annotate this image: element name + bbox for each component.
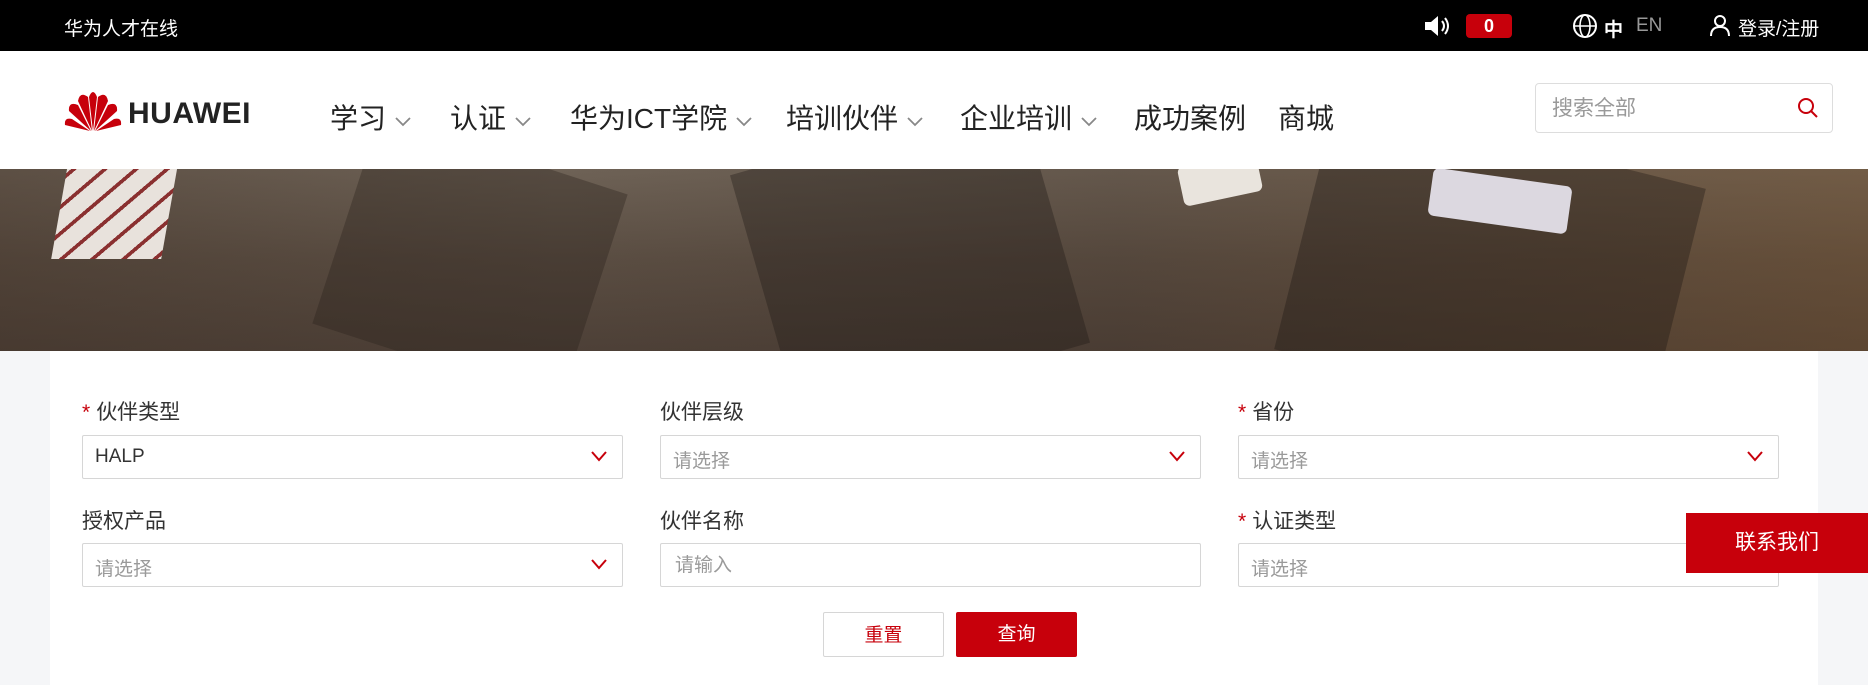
reset-button[interactable]: 重置 xyxy=(823,612,944,657)
globe-icon[interactable] xyxy=(1572,13,1598,39)
select-placeholder: 请选择 xyxy=(95,559,153,580)
nav-item-enterprise-training[interactable]: 企业培训 xyxy=(960,97,1098,137)
chevron-down-icon xyxy=(591,559,607,570)
required-asterisk: * xyxy=(1238,401,1247,424)
user-icon[interactable] xyxy=(1708,13,1732,37)
partner-level-label: 伙伴层级 xyxy=(660,396,744,426)
label-text: 伙伴层级 xyxy=(660,401,744,424)
nav-item-learning[interactable]: 学习 xyxy=(330,97,412,137)
notification-badge[interactable]: 0 xyxy=(1466,14,1512,38)
nav-item-label: 培训伙伴 xyxy=(786,103,899,134)
nav-item-training-partners[interactable]: 培训伙伴 xyxy=(786,97,924,137)
select-placeholder: 请选择 xyxy=(673,451,731,472)
required-asterisk: * xyxy=(82,401,91,424)
label-text: 认证类型 xyxy=(1252,510,1337,533)
nav-item-label: 认证 xyxy=(450,103,507,134)
partner-name-field xyxy=(660,543,1201,587)
nav-item-label: 成功案例 xyxy=(1134,103,1247,134)
nav-item-mall[interactable]: 商城 xyxy=(1278,97,1334,137)
label-text: 伙伴名称 xyxy=(660,510,744,533)
label-text: 伙伴类型 xyxy=(96,401,181,424)
banner-tie xyxy=(51,169,179,259)
huawei-logo[interactable]: HUAWEI xyxy=(64,87,264,133)
query-button[interactable]: 查询 xyxy=(956,612,1077,657)
banner-shape xyxy=(1176,169,1264,207)
site-name[interactable]: 华为人才在线 xyxy=(64,14,178,41)
chevron-down-icon xyxy=(591,451,607,462)
authorized-product-select[interactable]: 请选择 xyxy=(82,543,623,587)
nav-item-label: 企业培训 xyxy=(960,103,1073,134)
main-nav: HUAWEI 学习 认证 华为ICT学院 培训伙伴 企业培训 成功案例 商城 xyxy=(0,51,1868,169)
chevron-down-icon xyxy=(736,116,752,126)
speaker-icon[interactable] xyxy=(1423,14,1451,38)
contact-us-button[interactable]: 联系我们 xyxy=(1686,513,1868,573)
chevron-down-icon xyxy=(395,116,411,126)
select-placeholder: 请选择 xyxy=(1251,559,1309,580)
top-bar: 华为人才在线 0 中 EN 登录/注册 xyxy=(0,0,1868,51)
nav-item-success-cases[interactable]: 成功案例 xyxy=(1134,97,1246,137)
select-placeholder: 请选择 xyxy=(1251,451,1309,472)
partner-level-select[interactable]: 请选择 xyxy=(660,435,1201,479)
chevron-down-icon xyxy=(1081,116,1097,126)
cert-type-label: * 认证类型 xyxy=(1238,505,1336,535)
select-value: HALP xyxy=(95,446,145,467)
lang-zh-option[interactable]: 中 xyxy=(1604,15,1623,42)
hero-banner-image xyxy=(0,169,1868,351)
required-asterisk: * xyxy=(1238,510,1247,533)
search-input[interactable] xyxy=(1550,94,1784,124)
authorized-product-label: 授权产品 xyxy=(82,505,166,535)
banner-shape xyxy=(729,169,1091,351)
partner-type-label: * 伙伴类型 xyxy=(82,396,180,426)
nav-item-certification[interactable]: 认证 xyxy=(450,97,532,137)
chevron-down-icon xyxy=(1169,451,1185,462)
banner-shape xyxy=(312,169,628,351)
chevron-down-icon xyxy=(907,116,923,126)
search-box xyxy=(1535,83,1833,133)
label-text: 省份 xyxy=(1252,401,1295,424)
partner-name-label: 伙伴名称 xyxy=(660,505,744,535)
chevron-down-icon xyxy=(515,116,531,126)
nav-item-label: 华为ICT学院 xyxy=(570,103,728,134)
partner-type-select[interactable]: HALP xyxy=(82,435,623,479)
partner-name-input[interactable] xyxy=(673,552,1163,580)
province-select[interactable]: 请选择 xyxy=(1238,435,1779,479)
nav-item-label: 商城 xyxy=(1278,103,1335,134)
logo-text: HUAWEI xyxy=(128,97,251,130)
huawei-flower-icon xyxy=(64,92,122,131)
label-text: 授权产品 xyxy=(82,510,166,533)
search-icon[interactable] xyxy=(1796,96,1820,120)
province-label: * 省份 xyxy=(1238,396,1294,426)
login-register-link[interactable]: 登录/注册 xyxy=(1738,14,1819,41)
nav-item-ict-academy[interactable]: 华为ICT学院 xyxy=(570,97,753,137)
nav-item-label: 学习 xyxy=(330,103,387,134)
chevron-down-icon xyxy=(1747,451,1763,462)
lang-en-option[interactable]: EN xyxy=(1636,15,1662,37)
